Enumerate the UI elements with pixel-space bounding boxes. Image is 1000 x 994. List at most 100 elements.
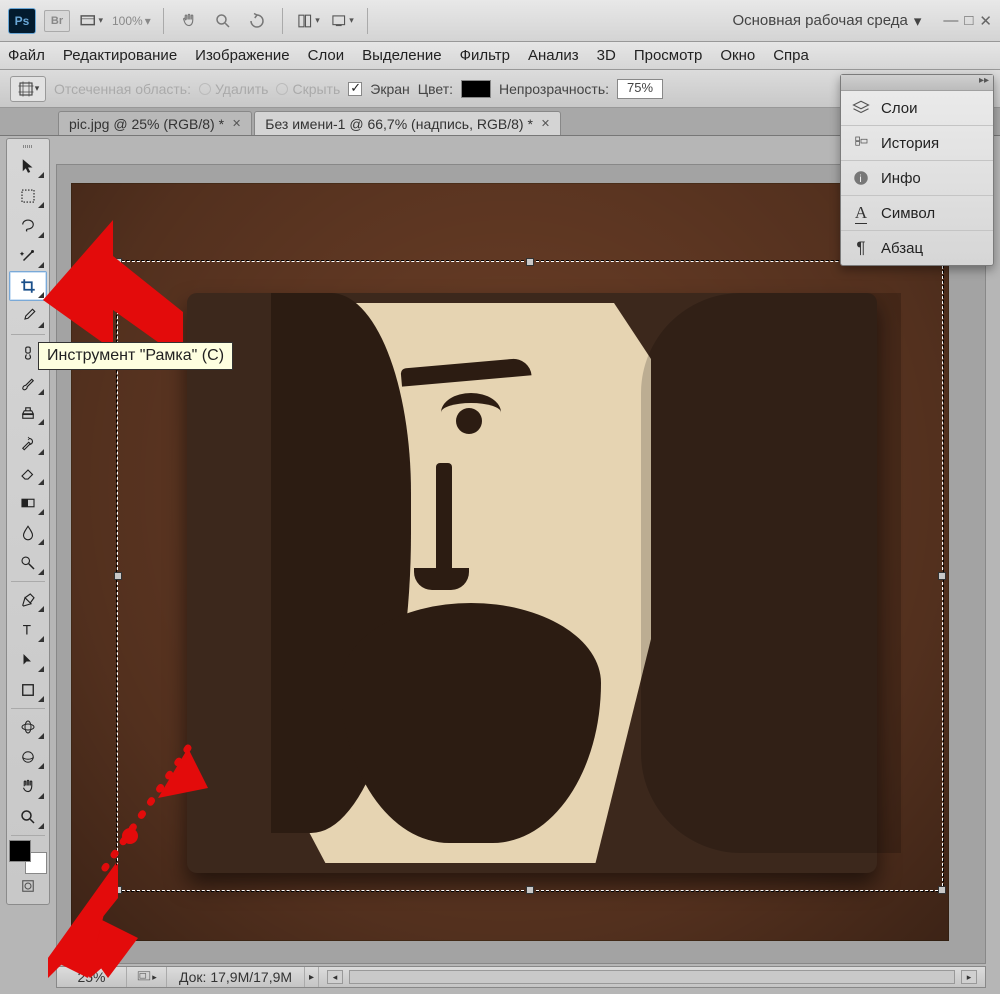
magic-wand-tool[interactable] (9, 241, 47, 271)
crop-handle-br[interactable] (938, 886, 946, 894)
active-tool-preset[interactable]: ▾ (10, 76, 46, 102)
menu-image[interactable]: Изображение (195, 47, 290, 64)
marquee-tool[interactable] (9, 181, 47, 211)
svg-text:T: T (23, 623, 31, 638)
3d-rotate-tool[interactable] (9, 712, 47, 742)
radio-delete-label: Удалить (215, 81, 268, 97)
move-tool[interactable] (9, 151, 47, 181)
cropped-area-label: Отсеченная область: (54, 81, 191, 97)
menu-select[interactable]: Выделение (362, 47, 441, 64)
gradient-tool[interactable] (9, 488, 47, 518)
crop-handle-ml[interactable] (114, 572, 122, 580)
info-icon: i (851, 168, 871, 188)
menu-layer[interactable]: Слои (308, 47, 344, 64)
panel-label: Инфо (881, 170, 921, 187)
arrange-documents-dropdown[interactable] (295, 10, 321, 32)
radio-delete: Удалить (199, 81, 268, 97)
radio-hide: Скрыть (276, 81, 340, 97)
opacity-label: Непрозрачность: (499, 81, 609, 97)
menu-view[interactable]: Просмотр (634, 47, 703, 64)
workspace-switcher[interactable]: Основная рабочая среда ▾ (726, 12, 927, 30)
close-icon[interactable]: ✕ (232, 117, 241, 130)
minimize-button[interactable]: — (943, 12, 958, 30)
document-tab-1[interactable]: pic.jpg @ 25% (RGB/8) * ✕ (58, 111, 252, 135)
photoshop-logo-icon: Ps (8, 8, 36, 34)
path-selection-tool[interactable] (9, 645, 47, 675)
tab-title: pic.jpg @ 25% (RGB/8) * (69, 116, 224, 132)
crop-handle-mr[interactable] (938, 572, 946, 580)
horizontal-scrollbar[interactable] (349, 970, 955, 984)
history-icon (851, 133, 871, 153)
annotation-arrow-bottom (48, 738, 218, 978)
checkbox-screen[interactable] (348, 82, 362, 96)
scroll-left-button[interactable]: ◂ (327, 970, 343, 984)
radio-hide-label: Скрыть (292, 81, 340, 97)
close-icon[interactable]: ✕ (541, 117, 550, 130)
type-tool[interactable]: T (9, 615, 47, 645)
shape-tool[interactable] (9, 675, 47, 705)
panel-history[interactable]: История (841, 126, 993, 161)
status-docinfo-flyout[interactable]: ▸ (305, 967, 319, 987)
opacity-field[interactable]: 75% (617, 79, 663, 99)
blur-tool[interactable] (9, 518, 47, 548)
eraser-tool[interactable] (9, 458, 47, 488)
separator (282, 8, 283, 34)
horizontal-scroll-area: ◂ ▸ (319, 967, 985, 987)
view-extras-dropdown[interactable] (78, 10, 104, 32)
eyedropper-tool[interactable] (9, 301, 47, 331)
panel-layers[interactable]: Слои (841, 91, 993, 126)
crop-tool[interactable] (9, 271, 47, 301)
shield-color-swatch[interactable] (461, 80, 491, 98)
maximize-button[interactable]: □ (964, 12, 973, 30)
annotation-arrow-top (43, 220, 183, 360)
bridge-logo-icon[interactable]: Br (44, 10, 70, 32)
panel-paragraph[interactable]: ¶ Абзац (841, 231, 993, 265)
pen-tool[interactable] (9, 585, 47, 615)
tool-separator (11, 708, 45, 709)
application-bar: Ps Br 100%▾ Основная рабочая среда ▾ — □… (0, 0, 1000, 42)
panel-grip[interactable] (7, 141, 49, 151)
3d-orbit-tool[interactable] (9, 742, 47, 772)
separator (367, 8, 368, 34)
foreground-color-swatch[interactable] (9, 840, 31, 862)
screen-mode-dropdown[interactable] (329, 10, 355, 32)
clone-stamp-tool[interactable] (9, 398, 47, 428)
paragraph-icon: ¶ (851, 238, 871, 258)
hand-tool-icon[interactable] (176, 10, 202, 32)
lasso-tool[interactable] (9, 211, 47, 241)
window-controls: — □ ✕ (943, 12, 992, 30)
close-button[interactable]: ✕ (979, 12, 992, 30)
crop-handle-tc[interactable] (526, 258, 534, 266)
menu-help[interactable]: Спра (773, 47, 809, 64)
tool-separator (11, 334, 45, 335)
panel-info[interactable]: i Инфо (841, 161, 993, 196)
rotate-view-icon[interactable] (244, 10, 270, 32)
dodge-tool[interactable] (9, 548, 47, 578)
menu-file[interactable]: Файл (8, 47, 45, 64)
layers-icon (851, 98, 871, 118)
zoom-tool-icon[interactable] (210, 10, 236, 32)
panel-dock-header[interactable]: ▸▸ (841, 75, 993, 91)
zoom-level-combo[interactable]: 100%▾ (112, 14, 151, 28)
history-brush-tool[interactable] (9, 428, 47, 458)
menu-window[interactable]: Окно (720, 47, 755, 64)
crop-handle-bc[interactable] (526, 886, 534, 894)
panel-character[interactable]: A Символ (841, 196, 993, 231)
zoom-tool[interactable] (9, 802, 47, 832)
hand-tool[interactable] (9, 772, 47, 802)
crop-marquee[interactable] (117, 261, 943, 891)
panel-label: Абзац (881, 240, 923, 257)
brush-tool[interactable] (9, 368, 47, 398)
workspace-label: Основная рабочая среда (732, 12, 907, 29)
menu-3d[interactable]: 3D (597, 47, 616, 64)
foreground-background-colors[interactable] (9, 840, 47, 874)
document-tab-2[interactable]: Без имени-1 @ 66,7% (надпись, RGB/8) * ✕ (254, 111, 561, 135)
panel-label: История (881, 135, 939, 152)
menu-edit[interactable]: Редактирование (63, 47, 177, 64)
menu-analysis[interactable]: Анализ (528, 47, 579, 64)
tool-separator (11, 835, 45, 836)
menu-filter[interactable]: Фильтр (460, 47, 510, 64)
scroll-right-button[interactable]: ▸ (961, 970, 977, 984)
quick-mask-toggle[interactable] (9, 874, 47, 898)
color-label: Цвет: (418, 81, 453, 97)
